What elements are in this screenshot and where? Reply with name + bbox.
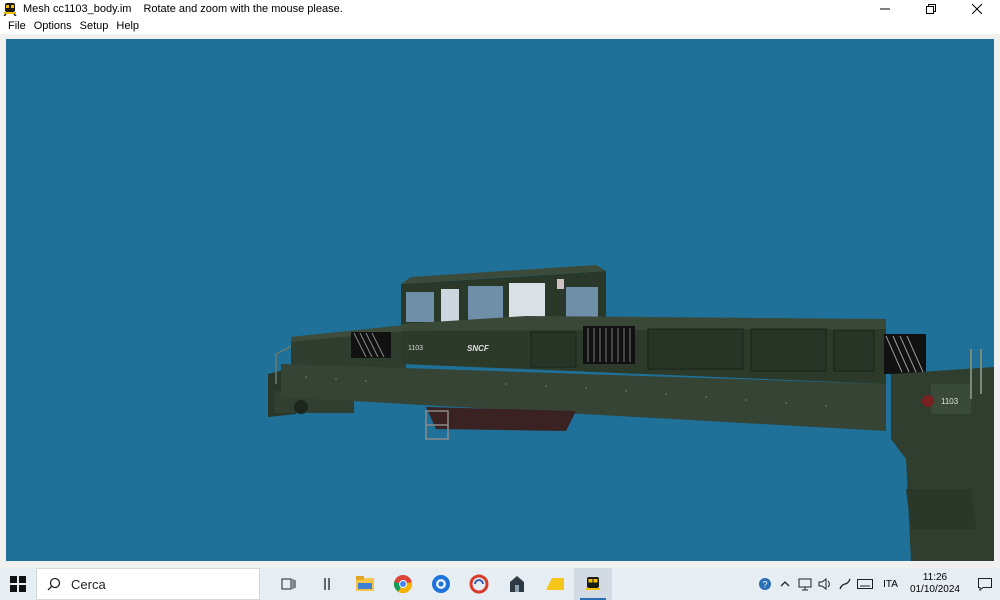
- sncf-logo: SNCF: [467, 344, 490, 353]
- app-icon: [3, 3, 17, 16]
- pen-icon: [839, 578, 851, 590]
- file-explorer-button[interactable]: [346, 568, 384, 600]
- network-icon: [798, 578, 812, 591]
- volume-tray-button[interactable]: [815, 568, 835, 600]
- clock-date: 01/10/2024: [909, 584, 960, 595]
- app-dark-icon: [510, 576, 524, 592]
- help-tray-button[interactable]: ?: [755, 568, 775, 600]
- train-app-icon: [586, 577, 600, 590]
- svg-text:?: ?: [763, 580, 768, 590]
- locomotive-model: 1103 SNCF 1103: [268, 265, 994, 561]
- cab-window-3: [468, 286, 503, 322]
- search-icon: [47, 577, 61, 591]
- taskbar: Cerca ? ITA 11:26 01/10/2024: [0, 568, 1000, 600]
- pen-tray-button[interactable]: [835, 568, 855, 600]
- cab-window-1: [406, 292, 434, 322]
- rear-number: 1103: [941, 397, 959, 406]
- menu-file[interactable]: File: [4, 18, 30, 34]
- task-view-icon: [281, 578, 296, 590]
- window-controls: [862, 0, 1000, 18]
- app-ccleaner-icon: [469, 574, 489, 594]
- search-box[interactable]: Cerca: [36, 568, 260, 600]
- help-icon: ?: [759, 578, 772, 590]
- menu-help[interactable]: Help: [112, 18, 143, 34]
- cab-window-5: [566, 287, 598, 321]
- notification-button[interactable]: [970, 568, 1000, 600]
- chrome-icon: [393, 575, 413, 594]
- app-dark-button[interactable]: [498, 568, 536, 600]
- input-language[interactable]: ITA: [875, 579, 906, 590]
- widget-icon: [324, 578, 330, 590]
- app-blue-button[interactable]: [422, 568, 460, 600]
- speaker-icon: [818, 578, 830, 590]
- keyboard-tray-button[interactable]: [855, 568, 875, 600]
- app-ccleaner-button[interactable]: [460, 568, 498, 600]
- menu-bar: File Options Setup Help: [0, 18, 1000, 34]
- clock-time: 11:26: [922, 572, 948, 583]
- windows-icon: [10, 576, 26, 592]
- menu-options[interactable]: Options: [30, 18, 76, 34]
- app-yellow-icon: [546, 578, 564, 590]
- window-hint: Rotate and zoom with the mouse please.: [143, 3, 343, 15]
- chrome-button[interactable]: [384, 568, 422, 600]
- start-button[interactable]: [0, 568, 36, 600]
- title-bar: Mesh cc1103_body.im Rotate and zoom with…: [0, 0, 1000, 18]
- minimize-icon: [880, 8, 890, 10]
- restore-icon: [926, 4, 936, 14]
- loco-number: 1103: [408, 345, 423, 352]
- mesh-viewport[interactable]: 1103 SNCF 1103: [6, 39, 994, 561]
- task-view-button[interactable]: [270, 568, 308, 600]
- system-tray: ? ITA 11:26 01/10/2024: [755, 568, 1000, 600]
- clock[interactable]: 11:26 01/10/2024: [906, 572, 970, 596]
- close-icon: [972, 4, 982, 14]
- restore-button[interactable]: [908, 0, 954, 18]
- minimize-button[interactable]: [862, 0, 908, 18]
- notification-icon: [978, 578, 992, 592]
- train-app-button[interactable]: [574, 568, 612, 600]
- window-title: Mesh cc1103_body.im: [23, 3, 132, 15]
- app-blue-icon: [432, 575, 450, 593]
- cab-window-2: [441, 289, 459, 322]
- app-yellow-button[interactable]: [536, 568, 574, 600]
- widget-button[interactable]: [308, 568, 346, 600]
- keyboard-icon: [857, 579, 874, 589]
- chevron-up-icon: [780, 581, 790, 587]
- show-hidden-icons-button[interactable]: [775, 568, 795, 600]
- pinned-apps: [270, 568, 612, 600]
- network-tray-button[interactable]: [795, 568, 815, 600]
- rear-end-frame: 1103: [891, 349, 994, 561]
- file-explorer-icon: [356, 576, 374, 591]
- close-button[interactable]: [954, 0, 1000, 18]
- search-placeholder: Cerca: [71, 576, 106, 592]
- menu-setup[interactable]: Setup: [76, 18, 113, 34]
